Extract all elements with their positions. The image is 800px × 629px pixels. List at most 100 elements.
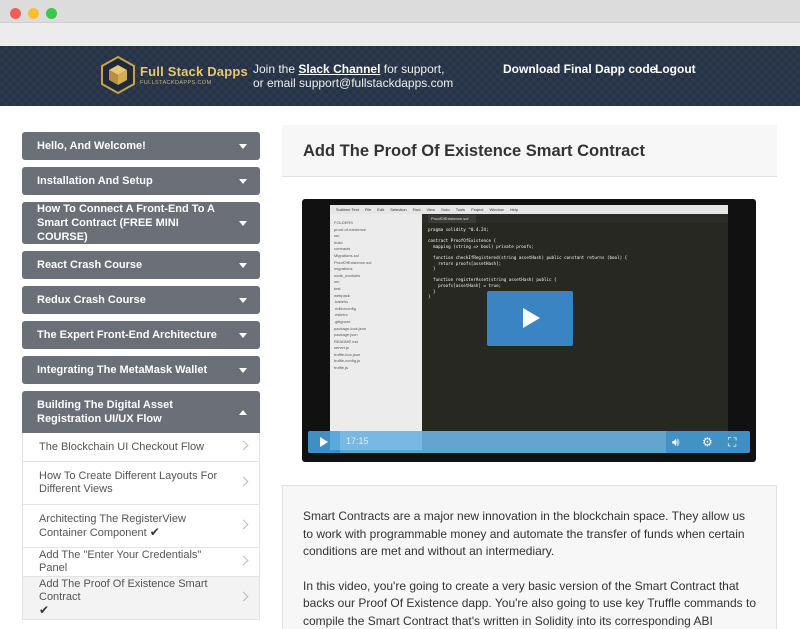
support-email: or email support@fullstackdapps.com (253, 76, 454, 90)
editor-tree-item: contracts (334, 246, 351, 252)
logo-title: Full Stack Dapps (140, 64, 248, 79)
editor-tree-item: package.json (334, 332, 358, 338)
chevron-right-icon (238, 440, 249, 451)
editor-menu-bar: Sublime Text File Edit Selection Find View Got… (330, 205, 728, 214)
section-hello-welcome[interactable]: Hello, And Welcome! (22, 132, 260, 160)
editor-tree-item: .babelrc (334, 299, 349, 305)
lesson-label: The Blockchain UI Checkout Flow (39, 440, 205, 453)
completed-check-icon: ✔ (39, 603, 50, 617)
chevron-right-icon (238, 476, 249, 487)
lesson-item[interactable]: How To Create Different Layouts For Diff… (22, 462, 260, 505)
lesson-item[interactable]: Add The "Enter Your Credentials" Panel (22, 548, 260, 577)
section-redux-crash-course[interactable]: Redux Crash Course (22, 286, 260, 314)
chevron-right-icon (238, 591, 249, 602)
maximize-window-icon[interactable] (46, 8, 57, 19)
section-label: Hello, And Welcome! (37, 140, 146, 152)
caret-down-icon (239, 368, 247, 373)
editor-menu-item: Tools (455, 207, 466, 212)
section-react-crash-course[interactable]: React Crash Course (22, 251, 260, 279)
download-code-link[interactable]: Download Final Dapp code (503, 62, 656, 76)
description-paragraph-1: Smart Contracts are a major new innovati… (303, 509, 746, 558)
editor-tree-item: .eslintrc (334, 312, 348, 318)
editor-tree-item: proof-of-existence (334, 226, 367, 232)
lesson-item[interactable]: Architecting The RegisterView Container … (22, 505, 260, 548)
editor-tree-item: FOLDERS (334, 220, 353, 225)
logo-subtitle: FULLSTACKDAPPS.COM (140, 80, 212, 86)
editor-menu-item: File (364, 207, 372, 212)
editor-tree-item: README.md (334, 338, 358, 344)
caret-down-icon (239, 263, 247, 268)
chevron-right-icon (238, 555, 249, 566)
editor-tree-item: node_modules (334, 272, 361, 278)
lesson-title-card: Add The Proof Of Existence Smart Contrac… (282, 125, 777, 177)
lesson-label: Add The "Enter Your Credentials" Panel (39, 549, 202, 574)
caret-down-icon (239, 298, 247, 303)
editor-tree-item: package-lock.json (334, 325, 367, 331)
logo[interactable]: Full Stack Dapps FULLSTACKDAPPS.COM (100, 56, 248, 94)
caret-down-icon (239, 221, 247, 226)
logo-cube-icon (101, 56, 135, 94)
caret-up-icon (239, 410, 247, 415)
browser-chrome (0, 0, 800, 46)
editor-menu-item: Window (489, 207, 504, 212)
chevron-right-icon (238, 519, 249, 530)
caret-down-icon (239, 179, 247, 184)
editor-code-line: } (428, 294, 431, 300)
video-controls: 17:15 🔊︎ ⚙︎ ⛶ (308, 431, 750, 453)
lesson-label: Add The Proof Of Existence Smart Contrac… (39, 578, 208, 603)
lesson-description: Smart Contracts are a major new innovati… (282, 485, 777, 629)
video-player[interactable]: Sublime Text File Edit Selection Find View Got… (302, 199, 756, 462)
editor-file-tree: FOLDERS proof-of-existence src build contrac… (330, 214, 422, 450)
play-button[interactable] (487, 291, 573, 346)
editor-menu-item: Selection (390, 207, 407, 212)
description-paragraph-2: In this video, you're going to create a … (303, 578, 756, 628)
slack-channel-link[interactable]: Slack Channel (298, 62, 380, 76)
section-label: Building The Digital Asset Registration … (37, 399, 173, 425)
editor-tree-item: .editorconfig (334, 305, 356, 311)
editor-tree-item: src (334, 233, 340, 239)
section-label: React Crash Course (37, 259, 143, 271)
section-label: The Expert Front-End Architecture (37, 329, 217, 341)
section-label: Installation And Setup (37, 175, 153, 187)
logout-link[interactable]: Logout (655, 62, 696, 76)
support-text: Join the Slack Channel for support, or e… (253, 62, 453, 90)
editor-tab: ProofOfExistence.sol (422, 214, 728, 223)
section-metamask-wallet[interactable]: Integrating The MetaMask Wallet (22, 356, 260, 384)
support-suffix: for support, (380, 62, 445, 76)
course-sidebar: Hello, And Welcome! Installation And Set… (22, 132, 260, 620)
close-window-icon[interactable] (10, 8, 21, 19)
editor-tree-item: truffle-box.json (334, 351, 361, 357)
settings-gear-icon[interactable]: ⚙︎ (702, 435, 713, 449)
editor-menu-item: View (426, 207, 436, 212)
editor-tree-item: Migrations.sol (334, 252, 359, 258)
caret-down-icon (239, 333, 247, 338)
fullscreen-icon[interactable]: ⛶ (728, 435, 736, 449)
minimize-window-icon[interactable] (28, 8, 39, 19)
play-icon[interactable] (320, 437, 328, 447)
lesson-item-active[interactable]: Add The Proof Of Existence Smart Contrac… (22, 577, 260, 620)
volume-icon[interactable]: 🔊︎ (672, 435, 680, 449)
editor-menu-item: Sublime Text (336, 207, 359, 212)
window-controls (10, 8, 57, 19)
editor-menu-item: Find (412, 207, 421, 212)
editor-code: pragma solidity ^0.4.24; contract ProofO… (422, 223, 728, 450)
editor-menu-item: Project (471, 207, 484, 212)
editor-tree-item: migrations (334, 266, 353, 272)
browser-tabstrip (0, 22, 800, 46)
section-front-end-architecture[interactable]: The Expert Front-End Architecture (22, 321, 260, 349)
section-asset-registration-ui[interactable]: Building The Digital Asset Registration … (22, 391, 260, 433)
editor-tree-item: src (334, 279, 340, 285)
editor-tree-item: webpack (334, 292, 350, 298)
completed-check-icon: ✔ (149, 524, 160, 539)
lesson-item[interactable]: The Blockchain UI Checkout Flow (22, 433, 260, 462)
video-duration: 17:15 (346, 436, 369, 446)
support-prefix: Join the (253, 62, 299, 76)
editor-menu-item: Help (509, 207, 518, 212)
section-label: Redux Crash Course (37, 294, 146, 306)
editor-tab-label: ProofOfExistence.sol (428, 215, 476, 223)
progress-track[interactable] (340, 431, 666, 453)
section-connect-front-end[interactable]: How To Connect A Front-End To A Smart Co… (22, 202, 260, 244)
editor-tree-item: ProofOfExistence.sol (334, 259, 372, 265)
editor-tree-item: build (334, 239, 343, 245)
section-installation-setup[interactable]: Installation And Setup (22, 167, 260, 195)
